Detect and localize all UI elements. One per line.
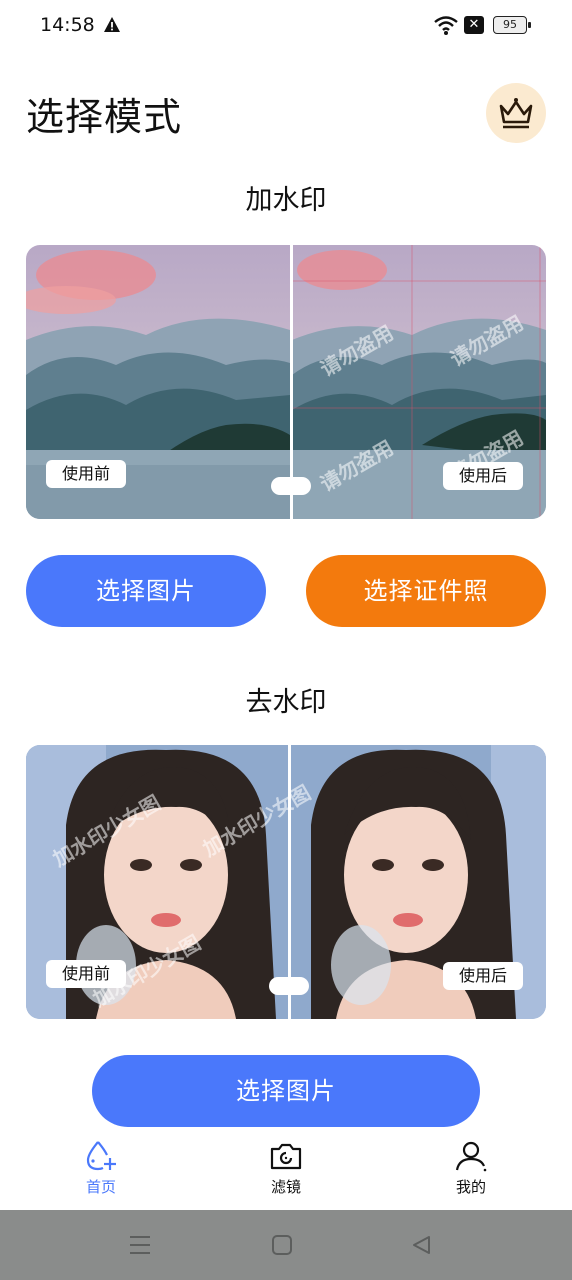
compare-slider-handle[interactable] (269, 977, 309, 995)
select-image-button[interactable]: 选择图片 (26, 555, 266, 627)
nav-profile-label: 我的 (455, 1178, 486, 1196)
status-bar: 14:58 ✕ 95 (0, 0, 572, 52)
bottom-nav: 首页 滤镜 我的 (0, 1130, 572, 1210)
remove-watermark-title: 去水印 (245, 687, 327, 718)
select-id-photo-button[interactable]: 选择证件照 (306, 555, 546, 627)
after-label: 使用后 (443, 462, 524, 490)
system-nav-bar (0, 1210, 572, 1280)
before-label: 使用前 (46, 960, 127, 988)
status-time: 14:58 (40, 14, 95, 36)
camera-icon (270, 1143, 302, 1170)
before-label: 使用前 (46, 460, 127, 488)
nav-filter-label: 滤镜 (270, 1178, 301, 1196)
sim-off-icon: ✕ (464, 16, 484, 34)
home-icon[interactable] (271, 1234, 293, 1256)
compare-slider-handle[interactable] (271, 477, 311, 495)
drop-plus-icon (86, 1141, 116, 1171)
warning-icon (104, 17, 120, 32)
remove-watermark-compare[interactable]: 加水印少女图 加水印少女图 加水印少女图 使用前 使用后 (26, 745, 546, 1019)
nav-filter[interactable]: 滤镜 (246, 1140, 326, 1197)
nav-profile[interactable]: 我的 (431, 1140, 511, 1197)
page-title: 选择模式 (26, 95, 183, 139)
user-icon (455, 1141, 487, 1172)
add-watermark-title: 加水印 (245, 185, 327, 216)
add-watermark-compare[interactable]: 请勿盗用 请勿盗用 请勿盗用 请勿盗用 使用前 使用后 (26, 245, 546, 519)
battery-level: 95 (503, 18, 517, 31)
remove-select-image-button[interactable]: 选择图片 (92, 1055, 480, 1127)
menu-icon[interactable] (128, 1234, 152, 1256)
battery-icon: 95 (493, 16, 531, 34)
after-label: 使用后 (443, 962, 524, 990)
crown-icon (499, 98, 533, 129)
nav-home[interactable]: 首页 (61, 1140, 141, 1197)
vip-button[interactable] (486, 83, 546, 143)
back-icon[interactable] (410, 1234, 432, 1256)
nav-home-label: 首页 (85, 1178, 116, 1196)
wifi-icon (434, 16, 458, 35)
